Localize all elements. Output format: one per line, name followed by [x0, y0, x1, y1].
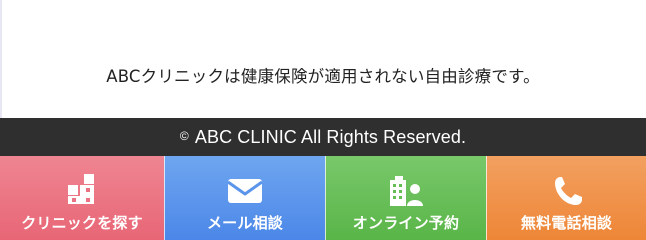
- notice-text: ABCクリニックは健康保険が適用されない自由診療です。: [106, 67, 540, 86]
- copyright-footer: © ABC CLINIC All Rights Reserved.: [0, 118, 646, 156]
- building-icon: [68, 174, 94, 204]
- bottom-nav: クリニックを探す メール相談 オンライン予約 無料電話相談: [0, 156, 646, 240]
- copyright-symbol: ©: [179, 129, 189, 143]
- copyright-text: ABC CLINIC All Rights Reserved.: [194, 126, 467, 147]
- phone-icon: [554, 177, 582, 205]
- online-reservation-label: オンライン予約: [352, 214, 460, 232]
- building-person-icon: [390, 176, 423, 206]
- notice-area: ABCクリニックは健康保険が適用されない自由診療です。: [0, 0, 646, 118]
- find-clinic-button[interactable]: クリニックを探す: [0, 156, 164, 240]
- mail-icon: [227, 179, 263, 203]
- online-reservation-button[interactable]: オンライン予約: [325, 156, 486, 240]
- free-phone-consult-label: 無料電話相談: [520, 214, 613, 232]
- mail-consult-button[interactable]: メール相談: [164, 156, 325, 240]
- find-clinic-label: クリニックを探す: [21, 214, 143, 232]
- mail-consult-label: メール相談: [206, 214, 283, 232]
- free-phone-consult-button[interactable]: 無料電話相談: [486, 156, 646, 240]
